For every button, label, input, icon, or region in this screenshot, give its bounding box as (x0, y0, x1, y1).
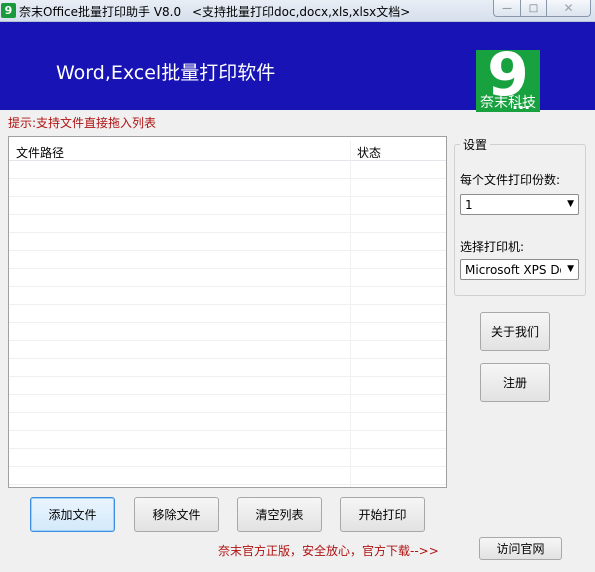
window-title: 奈末Office批量打印助手 V8.0 (19, 5, 182, 19)
printer-value: Microsoft XPS Document Writer (465, 263, 561, 277)
brand-name: 奈末科技 (480, 95, 536, 111)
chevron-down-icon: ▼ (567, 264, 574, 274)
maximize-button[interactable]: □ (520, 0, 547, 17)
register-button[interactable]: 注册 (480, 363, 550, 402)
empty-row (9, 161, 446, 179)
empty-row (9, 395, 446, 413)
banner-title: Word,Excel批量打印软件 (56, 62, 276, 84)
copies-select[interactable]: 1 ▼ (460, 194, 579, 215)
visit-site-button[interactable]: 访问官网 (479, 537, 562, 560)
chevron-down-icon: ▼ (567, 199, 574, 209)
empty-row (9, 305, 446, 323)
empty-row (9, 251, 446, 269)
copies-value: 1 (465, 198, 473, 212)
window-subtitle: <支持批量打印doc,docx,xls,xlsx文档> (192, 5, 411, 19)
empty-row (9, 467, 446, 485)
clear-list-button[interactable]: 清空列表 (237, 497, 322, 532)
list-header: 文件路径 状态 (9, 141, 446, 161)
add-file-button[interactable]: 添加文件 (30, 497, 115, 532)
empty-row (9, 215, 446, 233)
empty-row (9, 449, 446, 467)
title-bar: 9 奈末Office批量打印助手 V8.0 <支持批量打印doc,docx,xl… (0, 0, 595, 22)
empty-row (9, 269, 446, 287)
about-button[interactable]: 关于我们 (480, 312, 550, 351)
empty-row (9, 197, 446, 215)
close-icon: ✕ (563, 1, 574, 15)
copies-label: 每个文件打印份数: (460, 173, 561, 187)
empty-row (9, 179, 446, 197)
column-header-status[interactable]: 状态 (357, 144, 381, 161)
file-list[interactable]: 文件路径 状态 (8, 136, 447, 488)
empty-row (9, 431, 446, 449)
minimize-button[interactable]: — (493, 0, 521, 17)
start-print-button[interactable]: 开始打印 (340, 497, 425, 532)
empty-row (9, 341, 446, 359)
column-header-path[interactable]: 文件路径 (16, 144, 64, 161)
app-icon: 9 (1, 3, 16, 18)
maximize-icon: □ (528, 2, 539, 14)
minimize-icon: — (502, 2, 512, 14)
empty-row (9, 233, 446, 251)
empty-row (9, 323, 446, 341)
printer-select[interactable]: Microsoft XPS Document Writer ▼ (460, 259, 579, 280)
promo-text: 奈末官方正版，安全放心，官方下载-->> (218, 544, 439, 558)
settings-group-title: 设置 (460, 136, 491, 153)
drag-hint: 提示:支持文件直接拖入列表 (8, 116, 157, 130)
empty-row (9, 287, 446, 305)
remove-file-button[interactable]: 移除文件 (134, 497, 219, 532)
empty-row (9, 377, 446, 395)
printer-label: 选择打印机: (460, 240, 525, 254)
empty-row (9, 413, 446, 431)
empty-row (9, 359, 446, 377)
list-rows (9, 161, 446, 485)
close-button[interactable]: ✕ (546, 0, 591, 17)
